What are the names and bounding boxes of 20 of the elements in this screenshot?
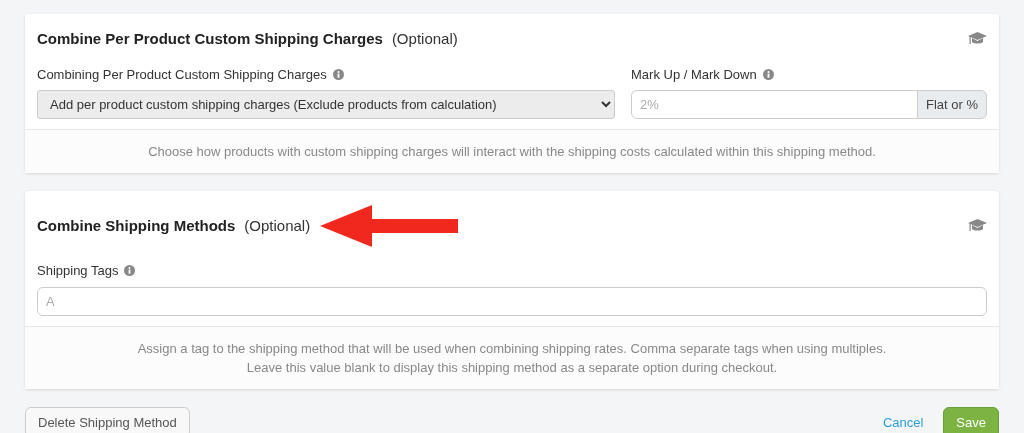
field-label: Shipping Tags (37, 262, 119, 280)
field-label: Combining Per Product Custom Shipping Charges (37, 65, 327, 84)
optional-label: (Optional) (391, 29, 458, 49)
graduation-cap-icon[interactable] (968, 219, 987, 233)
delete-button[interactable]: Delete Shipping Method (25, 406, 190, 433)
help-text: Assign a tag to the shipping method that will be used when combining shipping rates. Comma separate tags when using multiples. (137, 340, 887, 356)
select-field[interactable]: Add per product custom shipping charges (Exclude products from calculation) (37, 90, 615, 119)
help-text: Choose how products with custom shipping charges will interact with the shipping costs calculated within this shipping method. (148, 144, 876, 159)
graduation-cap-icon[interactable] (968, 32, 987, 47)
section-title: Combine Per Product Custom Shipping Charges (37, 29, 383, 49)
input-addon: Flat or % (917, 90, 987, 119)
help-text: Leave this value blank to display this shipping method as a separate option during checkout. (246, 359, 778, 375)
input-field[interactable]: A (37, 286, 987, 316)
field-label: Mark Up / Mark Down (631, 65, 757, 84)
info-icon (124, 265, 136, 277)
info-icon (762, 68, 774, 80)
optional-label: (Optional) (244, 215, 311, 236)
input-field[interactable]: 2% (631, 90, 918, 119)
info-icon (332, 68, 344, 80)
section-title: Combine Shipping Methods (37, 215, 236, 236)
